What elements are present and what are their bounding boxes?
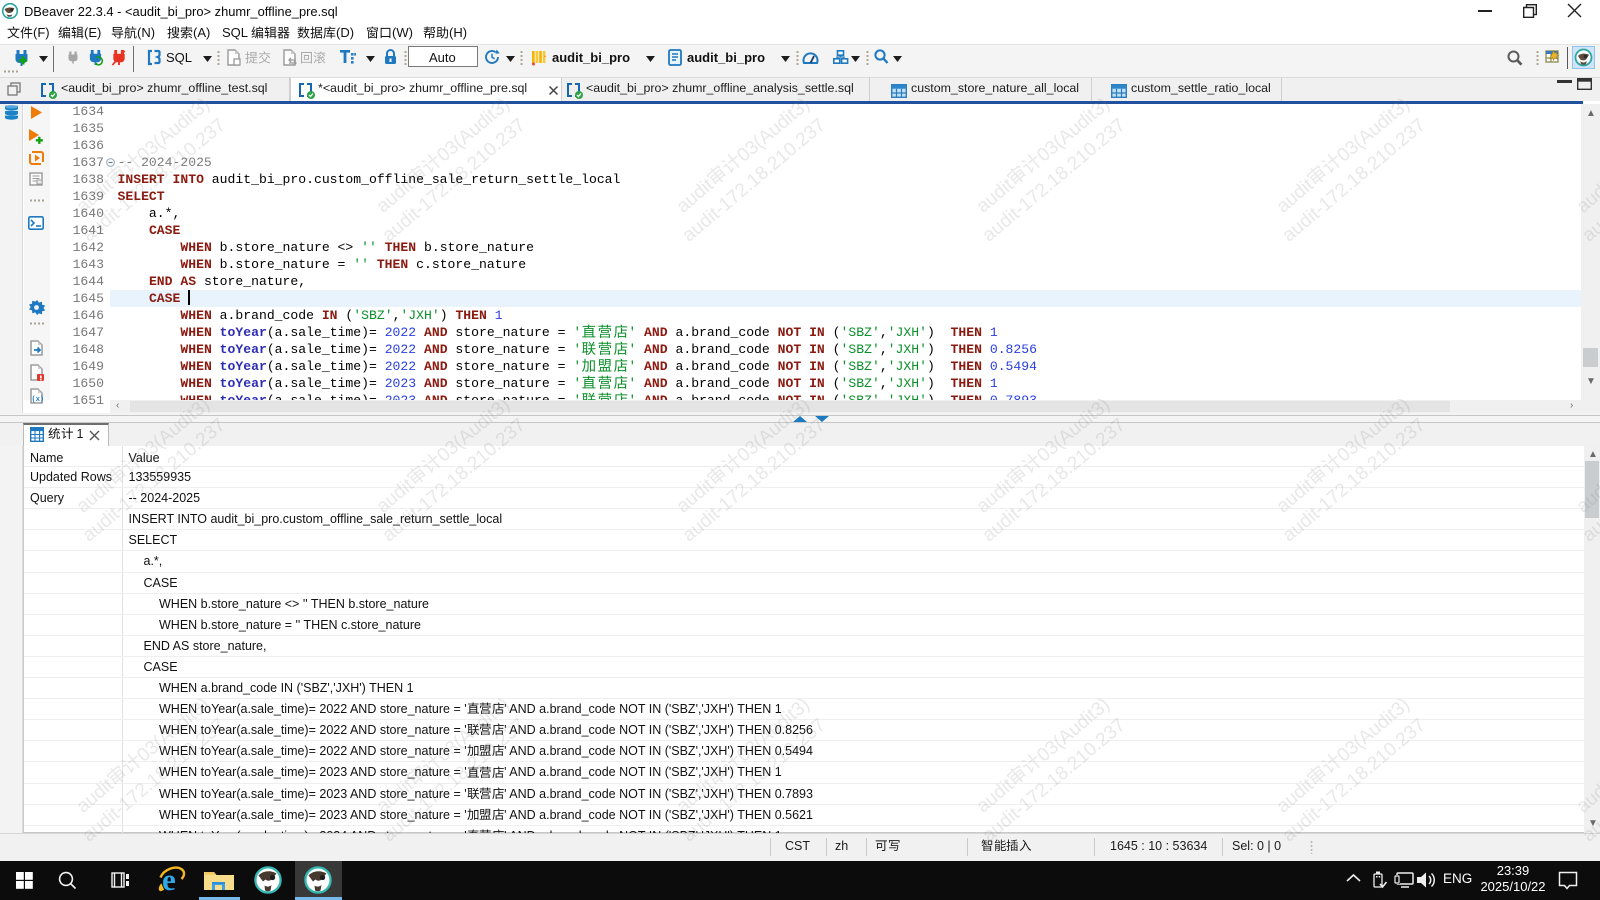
svg-text:(x): (x)	[31, 396, 44, 404]
